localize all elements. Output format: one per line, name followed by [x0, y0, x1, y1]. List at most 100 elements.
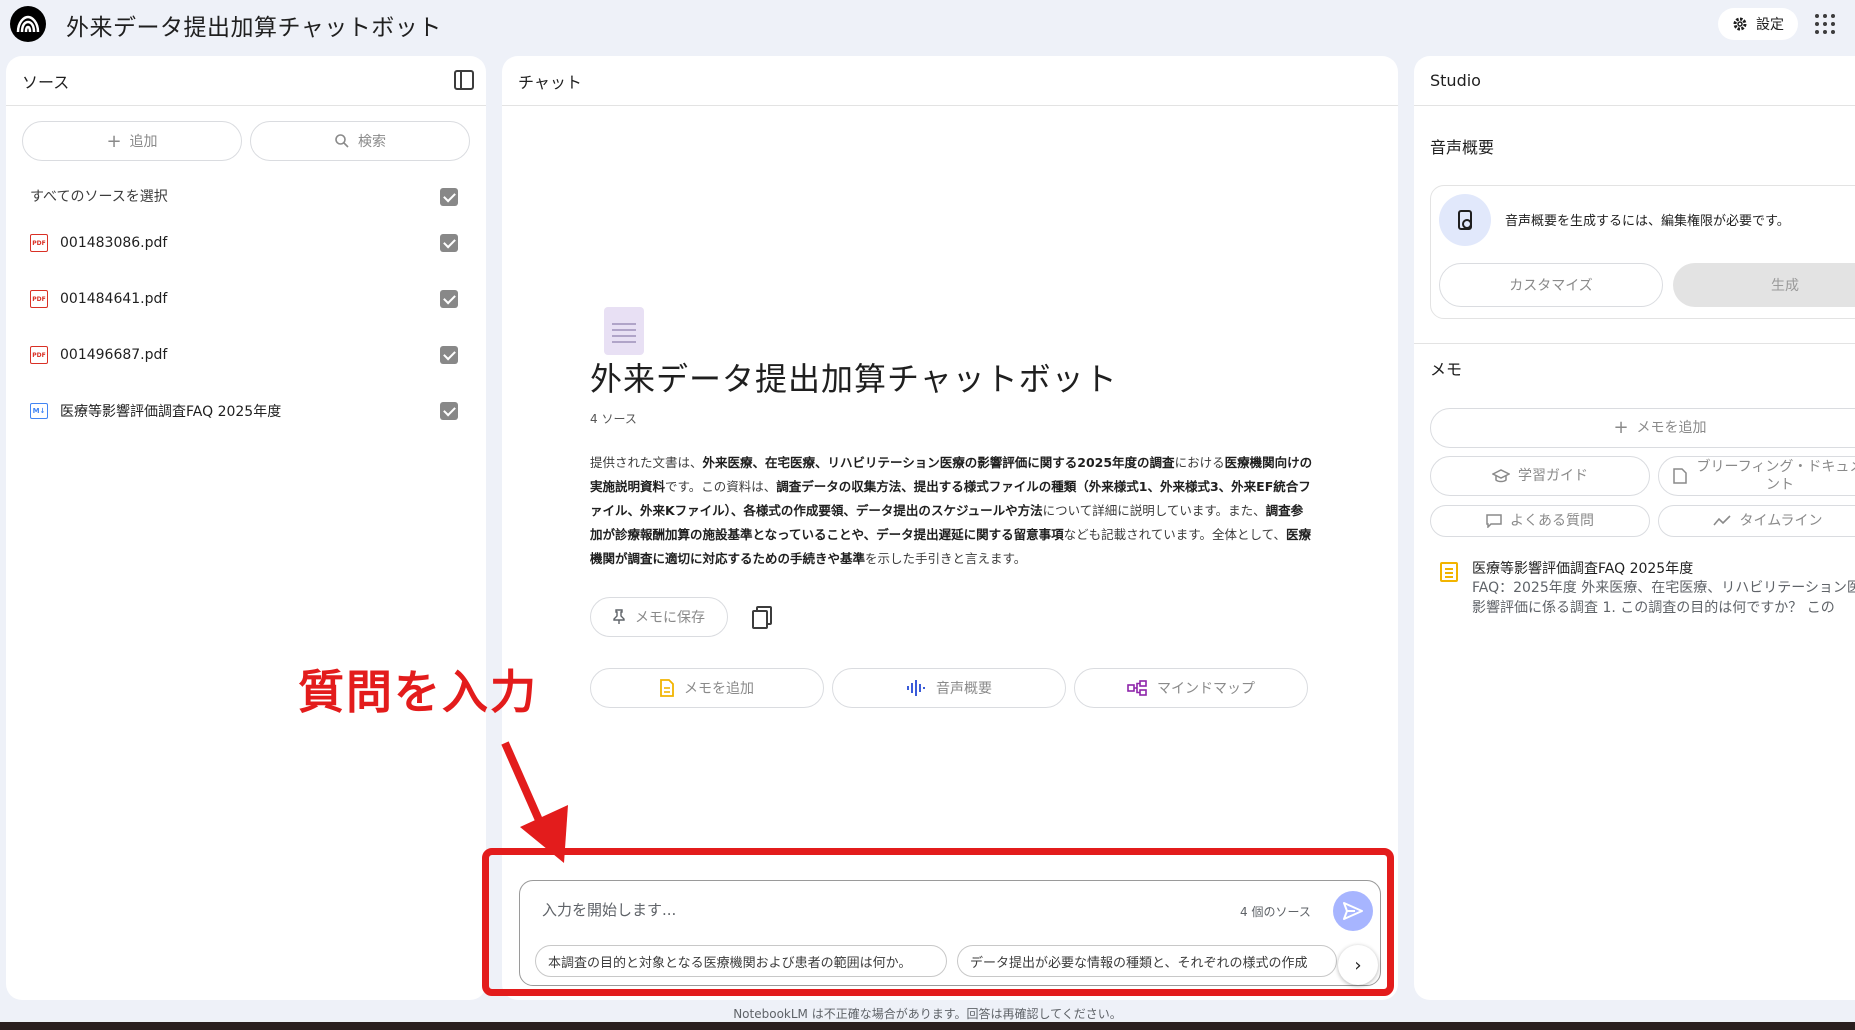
sources-panel: ソース + 追加 検索 すべてのソースを選択 PDF 001483086.pdf…	[6, 56, 486, 1000]
settings-label: 設定	[1756, 17, 1784, 33]
chat-input-box[interactable]: 入力を開始します... 4 個のソース 本調査の目的と対象となる医療機関および患…	[519, 880, 1381, 986]
studio-title: Studio	[1430, 71, 1481, 90]
annotation-arrow-icon	[501, 741, 568, 863]
suggested-question-text: データ提出が必要な情報の種類と、それぞれの様式の作成	[970, 955, 1308, 971]
source-name: 医療等影響評価調査FAQ 2025年度	[60, 404, 282, 420]
customize-button[interactable]: カスタマイズ	[1439, 263, 1663, 307]
mind-map-label: マインドマップ	[1157, 681, 1255, 697]
gear-icon	[1733, 17, 1747, 31]
notebook-heading: 外来データ提出加算チャットボット	[590, 360, 1118, 398]
pdf-icon: PDF	[30, 290, 48, 308]
source-name: 001483086.pdf	[60, 235, 168, 251]
suggested-question-chip[interactable]: 本調査の目的と対象となる医療機関および患者の範囲は何か。	[535, 945, 947, 977]
select-all-checkbox[interactable]	[440, 188, 458, 206]
audio-overview-section-title: 音声概要	[1430, 138, 1495, 157]
add-memo-label: メモを追加	[684, 681, 754, 697]
add-note-label: メモを追加	[1636, 420, 1707, 436]
source-checkbox[interactable]	[440, 234, 458, 252]
annotation-label: 質問を入力	[298, 665, 538, 719]
collapse-panel-icon[interactable]	[454, 70, 474, 90]
search-source-button[interactable]: 検索	[250, 121, 470, 161]
summary-text: における	[1174, 455, 1225, 470]
audio-permission-message: 音声概要を生成するには、編集権限が必要です。	[1505, 214, 1790, 229]
chat-input-placeholder[interactable]: 入力を開始します...	[542, 899, 676, 920]
memo-section-title: メモ	[1430, 360, 1463, 379]
audio-wave-icon	[907, 680, 925, 696]
studio-panel: Studio 音声概要 音声概要を生成するには、編集権限が必要です。 カスタマイ…	[1414, 56, 1855, 1000]
mind-map-button[interactable]: マインドマップ	[1074, 668, 1308, 708]
source-checkbox[interactable]	[440, 402, 458, 420]
studio-header: Studio	[1414, 56, 1855, 106]
send-icon	[1343, 902, 1363, 920]
chat-header: チャット	[502, 56, 1398, 106]
chat-title: チャット	[518, 72, 582, 92]
summary-text: について詳細に説明しています。また、	[1042, 503, 1266, 518]
summary-text: 提供された文書は、	[590, 455, 703, 470]
briefing-doc-button[interactable]: ブリーフィング・ドキュメント	[1658, 456, 1855, 496]
summary-emphasis: 外来医療、在宅医療、リハビリテーション医療の影響評価に関する2025年度の調査	[702, 455, 1175, 470]
generate-label: 生成	[1771, 278, 1799, 294]
add-note-button[interactable]: + メモを追加	[1430, 408, 1855, 448]
source-name: 001496687.pdf	[60, 347, 168, 363]
summary-text: です。この資料は、	[665, 479, 777, 494]
briefing-doc-label: ブリーフィング・ドキュメント	[1696, 459, 1855, 493]
summary-text: を示した手引きと言えます。	[865, 551, 1027, 566]
save-to-memo-button[interactable]: メモに保存	[590, 597, 728, 637]
notebooklm-logo-icon[interactable]	[10, 6, 46, 42]
apps-grid-icon[interactable]	[1815, 14, 1835, 34]
source-checkbox[interactable]	[440, 346, 458, 364]
chevron-right-icon[interactable]: ›	[1338, 945, 1378, 985]
select-all-label: すべてのソースを選択	[30, 189, 168, 205]
chat-bubble-icon	[1486, 514, 1502, 528]
add-memo-button[interactable]: メモを追加	[590, 668, 824, 708]
divider	[1414, 343, 1855, 344]
markdown-doc-icon: M↓	[30, 403, 48, 419]
source-item[interactable]: M↓ 医療等影響評価調査FAQ 2025年度	[30, 399, 281, 423]
source-item[interactable]: PDF 001484641.pdf	[30, 287, 167, 311]
source-checkbox[interactable]	[440, 290, 458, 308]
suggested-question-chip[interactable]: データ提出が必要な情報の種類と、それぞれの様式の作成	[957, 945, 1337, 977]
audio-overview-card: 音声概要を生成するには、編集権限が必要です。 カスタマイズ 生成	[1430, 185, 1855, 319]
saved-note-title: 医療等影響評価調査FAQ 2025年度	[1472, 561, 1694, 577]
notebook-document-icon	[604, 307, 644, 355]
timeline-label: タイムライン	[1739, 513, 1823, 529]
notebook-summary: 提供された文書は、外来医療、在宅医療、リハビリテーション医療の影響評価に関する2…	[590, 451, 1315, 571]
send-button[interactable]	[1333, 891, 1373, 931]
mind-map-icon	[1127, 680, 1147, 696]
note-icon	[1440, 562, 1458, 582]
pdf-icon: PDF	[30, 234, 48, 252]
source-name: 001484641.pdf	[60, 291, 168, 307]
timeline-button[interactable]: タイムライン	[1658, 505, 1855, 537]
summary-text: なども記載されています。全体として、	[1063, 527, 1287, 542]
suggested-question-text: 本調査の目的と対象となる医療機関および患者の範囲は何か。	[548, 955, 912, 971]
pdf-icon: PDF	[30, 346, 48, 364]
pin-icon	[613, 609, 625, 624]
plus-icon: +	[106, 130, 122, 152]
document-plus-icon	[1673, 468, 1687, 484]
note-icon	[660, 679, 674, 697]
generate-button[interactable]: 生成	[1673, 263, 1855, 307]
source-item[interactable]: PDF 001496687.pdf	[30, 343, 167, 367]
speaker-icon	[1439, 194, 1491, 246]
study-guide-button[interactable]: 学習ガイド	[1430, 456, 1650, 496]
graduation-cap-icon	[1492, 469, 1510, 483]
sources-header: ソース	[6, 56, 486, 106]
sources-title: ソース	[22, 72, 70, 92]
add-source-button[interactable]: + 追加	[22, 121, 242, 161]
input-source-count: 4 個のソース	[1240, 905, 1311, 919]
save-to-memo-label: メモに保存	[635, 610, 705, 626]
source-item[interactable]: PDF 001483086.pdf	[30, 231, 167, 255]
faq-button[interactable]: よくある質問	[1430, 505, 1650, 537]
copy-icon[interactable]	[752, 606, 772, 629]
settings-button[interactable]: 設定	[1718, 8, 1798, 40]
audio-overview-button[interactable]: 音声概要	[832, 668, 1066, 708]
plus-icon: +	[1613, 417, 1629, 438]
audio-overview-label: 音声概要	[936, 681, 992, 697]
study-guide-label: 学習ガイド	[1518, 468, 1588, 484]
top-bar: 外来データ提出加算チャットボット 設定	[0, 0, 1855, 50]
faq-label: よくある質問	[1510, 513, 1594, 529]
notebook-title[interactable]: 外来データ提出加算チャットボット	[66, 8, 442, 42]
search-source-label: 検索	[358, 134, 386, 150]
add-source-label: 追加	[129, 134, 158, 150]
disclaimer-text: NotebookLM は不正確な場合があります。回答は再確認してください。	[733, 1007, 1122, 1021]
